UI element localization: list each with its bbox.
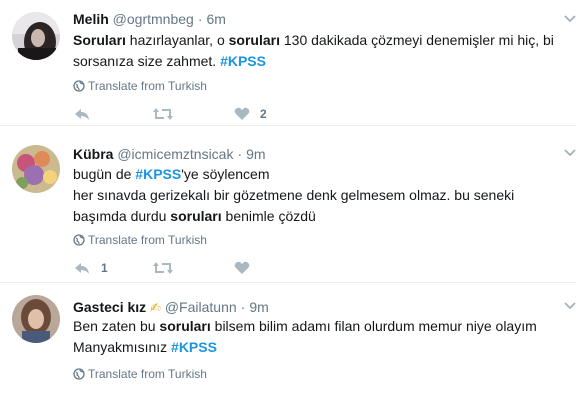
screen-name[interactable]: @icmicemztnsicak — [117, 146, 233, 162]
hashtag-link[interactable]: #KPSS — [135, 166, 181, 182]
timestamp[interactable]: 9m — [246, 146, 265, 162]
tweet-line: her sınavda gerizekalı bir gözetmene den… — [73, 185, 568, 206]
like-count: 2 — [260, 107, 267, 121]
text-segment: her sınavda gerizekalı bir gözetmene den… — [73, 187, 515, 203]
text-segment: sorsanıza size zahmet. — [73, 53, 221, 69]
user-name[interactable]: Melih — [73, 11, 109, 27]
tweet[interactable]: Melih @ogrtmnbeg · 6m Soruları hazırlayanl… — [0, 0, 576, 126]
text-segment: 130 dakikada çözmeyi denemişler mi hiç, … — [280, 32, 554, 48]
heart-icon[interactable] — [234, 259, 250, 277]
translate-link[interactable]: Translate from Turkish — [73, 367, 207, 381]
chevron-down-icon[interactable] — [564, 148, 576, 158]
screen-name[interactable]: @Failatunn — [165, 299, 237, 315]
translate-link[interactable]: Translate from Turkish — [73, 79, 207, 93]
text-segment: Ben zaten bu — [73, 318, 160, 334]
tweet-line: bugün de #KPSS'ye söylencem — [73, 164, 568, 185]
reply-icon[interactable] — [73, 105, 91, 123]
hashtag-link[interactable]: #KPSS — [171, 339, 217, 355]
separator: · — [237, 146, 243, 162]
highlighted-word: Soruları — [73, 32, 126, 48]
text-segment: Manyakmısınız — [73, 339, 172, 355]
reply-icon[interactable] — [73, 259, 91, 277]
text-segment: bilsem bilim adamı filan olurdum memur n… — [210, 318, 537, 334]
translate-label: Translate from Turkish — [88, 233, 207, 247]
tweet-line: başımda durdu soruları benimle çözdü — [73, 206, 568, 227]
hashtag-link[interactable]: #KPSS — [220, 53, 266, 69]
writing-hand-emoji: ✍ — [150, 300, 161, 315]
text-segment: bugün de — [73, 166, 136, 182]
user-name[interactable]: Gasteci kız — [73, 299, 146, 315]
timestamp[interactable]: 6m — [207, 11, 226, 27]
screen-name[interactable]: @ogrtmnbeg — [113, 11, 194, 27]
tweet[interactable]: Kübra @icmicemztnsicak · 9m bugün de #KPSS… — [0, 135, 576, 283]
tweet-text: bugün de #KPSS'ye söylencem her sınavda g… — [73, 164, 568, 227]
separator: · — [197, 11, 203, 27]
user-name[interactable]: Kübra — [73, 146, 113, 162]
text-segment: hazırlayanlar, o — [125, 32, 229, 48]
highlighted-word: soruları — [170, 208, 222, 224]
text-segment: benimle çözdü — [221, 208, 316, 224]
heart-icon[interactable] — [234, 105, 250, 123]
translate-label: Translate from Turkish — [88, 79, 207, 93]
reply-count: 1 — [101, 261, 108, 275]
translate-link[interactable]: Translate from Turkish — [73, 233, 207, 247]
tweet[interactable]: Gasteci kız ✍ @Failatunn · 9m Ben zaten bu… — [0, 283, 576, 400]
tweet-line: sorsanıza size zahmet. #KPSS — [73, 51, 568, 72]
highlighted-word: soruları — [228, 32, 280, 48]
separator: · — [240, 299, 246, 315]
tweet-text: Soruları hazırlayanlar, o soruları 130 d… — [73, 30, 568, 72]
translate-label: Translate from Turkish — [88, 367, 207, 381]
chevron-down-icon[interactable] — [564, 14, 576, 24]
avatar[interactable] — [12, 295, 60, 343]
globe-icon — [73, 368, 85, 380]
text-segment: 'ye söylencem — [181, 166, 270, 182]
highlighted-word: soruları — [159, 318, 211, 334]
retweet-icon[interactable] — [152, 259, 174, 277]
tweet-line: Ben zaten bu soruları bilsem bilim adamı… — [73, 316, 568, 337]
timestamp[interactable]: 9m — [249, 299, 268, 315]
text-segment: başımda durdu — [73, 208, 171, 224]
globe-icon — [73, 80, 85, 92]
tweet-line: Manyakmısınız #KPSS — [73, 337, 568, 358]
tweet-line: Soruları hazırlayanlar, o soruları 130 d… — [73, 30, 568, 51]
retweet-icon[interactable] — [152, 105, 174, 123]
chevron-down-icon[interactable] — [564, 301, 576, 311]
tweet-text: Ben zaten bu soruları bilsem bilim adamı… — [73, 316, 568, 358]
globe-icon — [73, 234, 85, 246]
avatar[interactable] — [12, 145, 60, 193]
avatar[interactable] — [12, 12, 60, 60]
